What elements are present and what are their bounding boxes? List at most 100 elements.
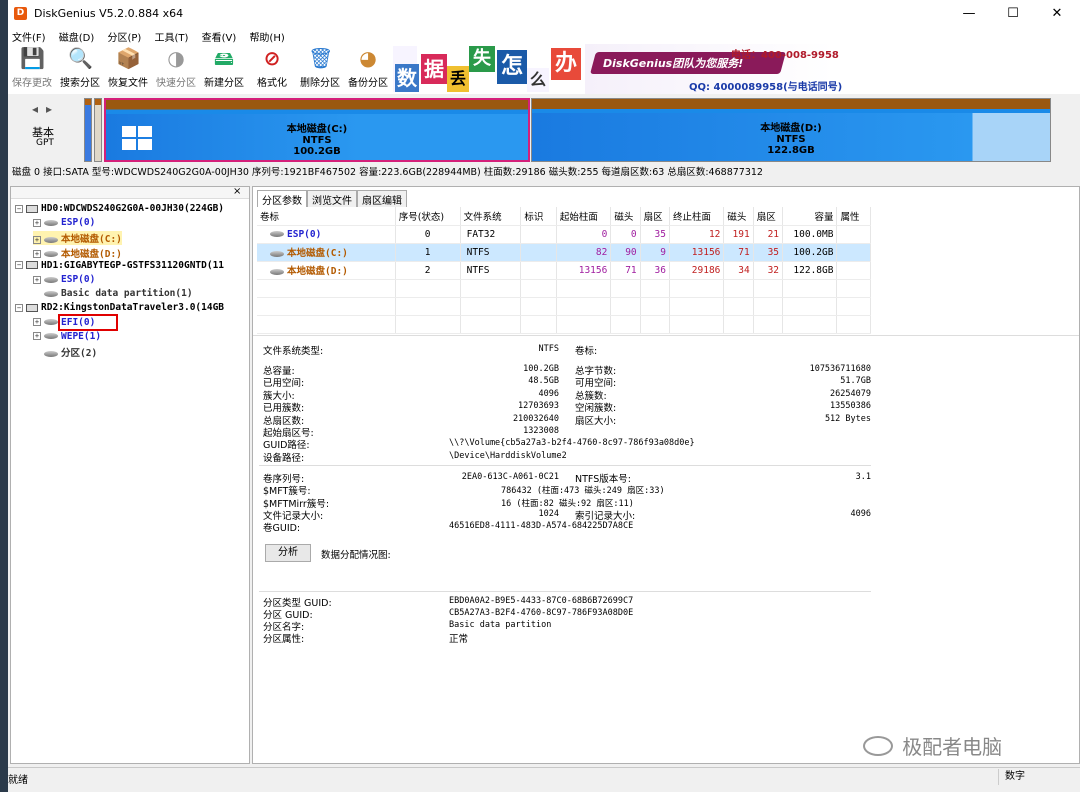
- tree-partition-node[interactable]: + 本地磁盘(C:): [33, 231, 122, 246]
- col-start-sector[interactable]: 扇区: [640, 207, 670, 226]
- partition-icon: [44, 251, 58, 258]
- toolbar: 💾 保存更改 🔍 搜索分区 📦 恢复文件 ◑ 快速分区 🖴 新建分区 ⊘ 格式化…: [8, 44, 1080, 94]
- tab-sector-edit[interactable]: 扇区编辑: [357, 190, 407, 208]
- table-row[interactable]: ESP(0) 0 FAT32 0 0 35 12 191 21 100.0MB: [257, 225, 871, 244]
- allocation-map-label: 数据分配情况图:: [321, 550, 391, 561]
- table-row[interactable]: 本地磁盘(C:) 1 NTFS 82 90 9 13156 71 35 100.2GB: [257, 243, 871, 262]
- col-flag[interactable]: 标识: [520, 207, 557, 226]
- expand-toggle-icon[interactable]: −: [15, 261, 23, 270]
- tree-node-label: HD0:WDCWDS240G2G0A-00JH30(224GB): [41, 203, 225, 214]
- watermark: 极配者电脑: [863, 731, 1002, 759]
- col-start-head[interactable]: 磁头: [610, 207, 641, 226]
- col-filesystem[interactable]: 文件系统: [460, 207, 522, 226]
- banner-char-6: 么: [527, 68, 549, 92]
- menu-tools[interactable]: 工具(T): [150, 28, 192, 45]
- ad-banner[interactable]: 数 据 丢 失 怎 么 办 DiskGenius团队为您服务! 电话：400-0…: [393, 44, 842, 94]
- col-attr[interactable]: 属性: [836, 207, 871, 226]
- empty-cell: [395, 297, 461, 316]
- menu-partition[interactable]: 分区(P): [103, 28, 145, 45]
- backup-partition-button[interactable]: ◕ 备份分区: [344, 46, 392, 92]
- col-start-cyl[interactable]: 起始柱面: [556, 207, 612, 226]
- wechat-icon: [863, 735, 893, 756]
- partition-d-block[interactable]: 本地磁盘(D:) NTFS 122.8GB: [531, 98, 1051, 162]
- detail-tabs: 分区参数 浏览文件 扇区编辑: [257, 190, 407, 208]
- menu-help[interactable]: 帮助(H): [245, 28, 288, 45]
- partition-icon: [44, 319, 58, 326]
- partition-icon: [270, 250, 284, 257]
- menu-disk[interactable]: 磁盘(D): [55, 28, 99, 45]
- partition-c-block[interactable]: 本地磁盘(C:) NTFS 100.2GB: [104, 98, 530, 162]
- device-path-value: \Device\HarddiskVolume2: [449, 451, 567, 461]
- search-partition-button[interactable]: 🔍 搜索分区: [56, 46, 104, 92]
- table-row[interactable]: 本地磁盘(D:) 2 NTFS 13156 71 36 29186 34 32 122.8GB: [257, 261, 871, 280]
- tree-disk-node[interactable]: − HD1:GIGABYTEGP-GSTFS31120GNTD(11: [15, 260, 224, 271]
- empty-cell: [556, 297, 612, 316]
- table-cell: 21: [753, 225, 784, 244]
- format-button[interactable]: ⊘ 格式化: [248, 46, 296, 92]
- empty-cell: [556, 315, 612, 334]
- next-disk-icon[interactable]: ▸: [46, 102, 52, 116]
- tree-partition-node[interactable]: + ESP(0): [33, 217, 95, 228]
- delete-partition-button[interactable]: 🗑 删除分区: [296, 46, 344, 92]
- cell-label: 本地磁盘(D:): [257, 261, 396, 280]
- maximize-button[interactable]: ☐: [998, 4, 1028, 24]
- empty-cell: [610, 315, 641, 334]
- expand-toggle-icon[interactable]: −: [15, 204, 23, 213]
- quick-partition-button[interactable]: ◑ 快速分区: [152, 46, 200, 92]
- banner-char-4: 失: [469, 46, 495, 72]
- tab-browse-files[interactable]: 浏览文件: [307, 190, 357, 208]
- esp-partition-bar[interactable]: [84, 98, 92, 162]
- tree-partition-node[interactable]: + 本地磁盘(D:): [33, 246, 122, 260]
- save-changes-button[interactable]: 💾 保存更改: [8, 46, 56, 92]
- close-button[interactable]: ✕: [1042, 4, 1072, 24]
- empty-cell: [836, 297, 871, 316]
- col-index[interactable]: 序号(状态): [395, 207, 461, 226]
- col-end-cyl[interactable]: 终止柱面: [669, 207, 725, 226]
- expand-toggle-icon[interactable]: +: [33, 235, 41, 244]
- fs-stat-value: 100.2GB: [523, 364, 559, 374]
- tree-partition-node[interactable]: + ESP(0): [33, 274, 95, 285]
- col-label[interactable]: 卷标: [257, 207, 396, 226]
- analyze-button[interactable]: 分析: [265, 544, 311, 562]
- tree-node-label: Basic data partition(1): [61, 288, 193, 300]
- search-icon: 🔍: [68, 46, 93, 70]
- expand-toggle-icon[interactable]: −: [15, 303, 23, 312]
- tab-partition-params[interactable]: 分区参数: [257, 190, 307, 208]
- banner-char-1: 数: [395, 64, 419, 92]
- col-end-head[interactable]: 磁头: [723, 207, 754, 226]
- msr-partition-bar[interactable]: [94, 98, 102, 162]
- tree-disk-node[interactable]: − HD0:WDCWDS240G2G0A-00JH30(224GB): [15, 203, 224, 214]
- table-cell: 36: [640, 261, 670, 280]
- empty-row: [257, 279, 871, 298]
- table-cell: [520, 261, 557, 280]
- guid-path-label: GUID路径:: [263, 440, 310, 451]
- tree-partition-node[interactable]: + WEPE(1): [33, 331, 101, 342]
- tree-partition-node[interactable]: +分区(2): [33, 345, 97, 359]
- tree-partition-node[interactable]: +Basic data partition(1): [33, 288, 193, 299]
- empty-cell: [836, 315, 871, 334]
- minimize-button[interactable]: —: [954, 4, 984, 24]
- col-end-sector[interactable]: 扇区: [753, 207, 784, 226]
- restore-files-button[interactable]: 📦 恢复文件: [104, 46, 152, 92]
- table-cell: 2: [395, 261, 461, 280]
- pane-close-icon[interactable]: ×: [233, 186, 241, 197]
- menu-file[interactable]: 文件(F): [8, 28, 50, 45]
- tree-partition-node[interactable]: + EFI(0): [33, 313, 119, 331]
- expand-toggle-icon[interactable]: +: [33, 332, 41, 341]
- ntfs-stat-value: 2EA0-613C-A061-0C21: [461, 472, 559, 482]
- col-capacity[interactable]: 容量: [782, 207, 838, 226]
- empty-cell: [460, 297, 522, 316]
- expand-toggle-icon[interactable]: +: [33, 318, 41, 327]
- prev-disk-icon[interactable]: ◂: [32, 102, 38, 116]
- menu-view[interactable]: 查看(V): [198, 28, 241, 45]
- empty-cell: [753, 279, 784, 298]
- new-partition-button[interactable]: 🖴 新建分区: [200, 46, 248, 92]
- expand-toggle-icon[interactable]: +: [33, 250, 41, 259]
- table-cell: [836, 243, 871, 262]
- expand-toggle-icon[interactable]: +: [33, 275, 41, 284]
- tree-disk-node[interactable]: − RD2:KingstonDataTraveler3.0(14GB: [15, 302, 224, 313]
- expand-toggle-icon[interactable]: +: [33, 218, 41, 227]
- tree-node-label: HD1:GIGABYTEGP-GSTFS31120GNTD(11: [41, 259, 225, 271]
- empty-cell: [753, 297, 784, 316]
- partition-d-name: 本地磁盘(D:): [760, 123, 822, 134]
